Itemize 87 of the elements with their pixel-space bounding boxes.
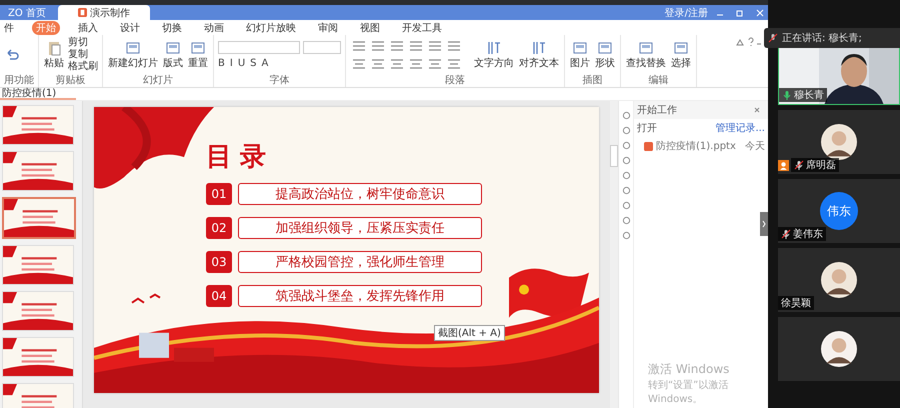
ribbon-tab[interactable]: 件: [0, 20, 18, 34]
format-button[interactable]: B: [218, 58, 225, 69]
scroll-thumb[interactable]: [610, 145, 618, 167]
ribbon-tab[interactable]: 开发工具: [398, 20, 446, 34]
group-label: 剪贴板: [54, 75, 86, 87]
speaking-indicator: 正在讲话: 穆长青;: [782, 32, 862, 45]
ribbon-tab[interactable]: 视图: [356, 20, 384, 34]
format-button[interactable]: U: [238, 58, 246, 69]
item-number: 02: [206, 217, 232, 239]
pane-title: 开始工作: [637, 104, 677, 117]
participant-tile[interactable]: 穆长青: [778, 47, 900, 105]
clipboard-icon: [46, 40, 62, 56]
ribbon-button[interactable]: 对齐文本: [518, 40, 560, 70]
avatar: 伟东: [820, 192, 858, 230]
window-icon: [597, 40, 613, 56]
format-button[interactable]: I: [230, 58, 233, 69]
window-icon: [190, 40, 206, 56]
text-direction-icon: [531, 40, 547, 56]
document-tab[interactable]: 演示制作: [58, 5, 150, 20]
tab-title: 演示制作: [90, 6, 130, 20]
window-icon: [165, 40, 181, 56]
group-label: 幻灯片: [142, 75, 174, 87]
participant-tile[interactable]: 伟东 姜伟东: [778, 179, 900, 243]
participant-tile[interactable]: 席明磊: [778, 110, 900, 174]
host-icon: [778, 160, 789, 170]
ribbon-button[interactable]: 文字方向: [473, 40, 515, 70]
activation-notice: 激活 Windows: [648, 361, 730, 378]
ribbon-button[interactable]: 新建幻灯片: [107, 40, 159, 70]
group-label: 编辑: [648, 75, 670, 87]
font-size-field[interactable]: [303, 41, 341, 54]
ribbon-tab[interactable]: 插入: [74, 20, 102, 34]
text-direction-icon: [486, 40, 502, 56]
recent-file[interactable]: 防控疫情(1).pptx 今天: [634, 137, 768, 155]
participant-name: 徐昊颖: [781, 296, 811, 310]
restore-icon[interactable]: [735, 8, 745, 18]
ribbon-button[interactable]: 形状: [594, 40, 616, 70]
ribbon-tab[interactable]: 幻灯片放映: [242, 20, 300, 34]
ribbon-button[interactable]: 选择: [670, 40, 692, 70]
ribbon-tab[interactable]: 设计: [116, 20, 144, 34]
group-label: 段落: [444, 75, 466, 87]
item-number: 01: [206, 183, 232, 205]
participant-name: 席明磊: [806, 158, 836, 172]
ribbon-button[interactable]: 复制: [68, 49, 98, 61]
window-icon: [572, 40, 588, 56]
open-label: 打开: [637, 122, 657, 135]
agenda-item: 加强组织领导，压紧压实责任: [238, 217, 482, 239]
group-label: 字体: [268, 75, 290, 87]
ribbon-tab[interactable]: 切换: [158, 20, 186, 34]
activation-notice: 转到“设置”以激活 Windows。: [648, 378, 730, 406]
agenda-item: 严格校园管控，强化师生管理: [238, 251, 482, 273]
participant-tile[interactable]: [778, 317, 900, 381]
agenda-item: 提高政治站位，树牢使命意识: [238, 183, 482, 205]
ribbon-button[interactable]: 版式: [162, 40, 184, 70]
collapse-handle[interactable]: [760, 212, 768, 236]
ribbon-button[interactable]: 剪切: [68, 37, 98, 49]
window-icon: [125, 40, 141, 56]
presentation-icon: [78, 8, 87, 17]
manage-link[interactable]: 管理记录...: [715, 121, 765, 135]
ribbon-tab[interactable]: 审阅: [314, 20, 342, 34]
file-icon: [644, 142, 653, 150]
paste-button[interactable]: 粘贴: [43, 40, 65, 70]
window-icon: [673, 40, 689, 56]
font-name-field[interactable]: [218, 41, 300, 54]
group-label: 插图: [582, 75, 604, 87]
ribbon-button[interactable]: 格式刷: [68, 61, 98, 73]
ribbon-button[interactable]: 重置: [187, 40, 209, 70]
muted-mic-icon[interactable]: [768, 33, 778, 43]
item-number: 03: [206, 251, 232, 273]
ribbon-button[interactable]: 查找替换: [625, 40, 667, 70]
close-icon[interactable]: [752, 105, 762, 115]
slide-title: 目录: [206, 141, 274, 173]
group-label: 用功能: [4, 75, 34, 87]
ribbon-tab[interactable]: 动画: [200, 20, 228, 34]
format-button[interactable]: A: [262, 58, 268, 69]
window-icon: [638, 40, 654, 56]
tooltip: 截图(Alt + A): [434, 325, 505, 341]
participant-name: 姜伟东: [793, 228, 823, 241]
agenda-item: 筑强战斗堡垒，发挥先锋作用: [238, 285, 482, 307]
slide-thumbnail[interactable]: [2, 197, 76, 239]
participant-name: 穆长青: [794, 88, 824, 102]
home-tab[interactable]: ZO 首页: [0, 6, 54, 20]
ribbon-button[interactable]: 图片: [569, 40, 591, 70]
close-icon[interactable]: [755, 8, 765, 18]
participant-tile[interactable]: 徐昊颖: [778, 248, 900, 312]
login-link[interactable]: 登录/注册: [664, 6, 708, 20]
item-number: 04: [206, 285, 232, 307]
format-button[interactable]: S: [250, 58, 257, 69]
